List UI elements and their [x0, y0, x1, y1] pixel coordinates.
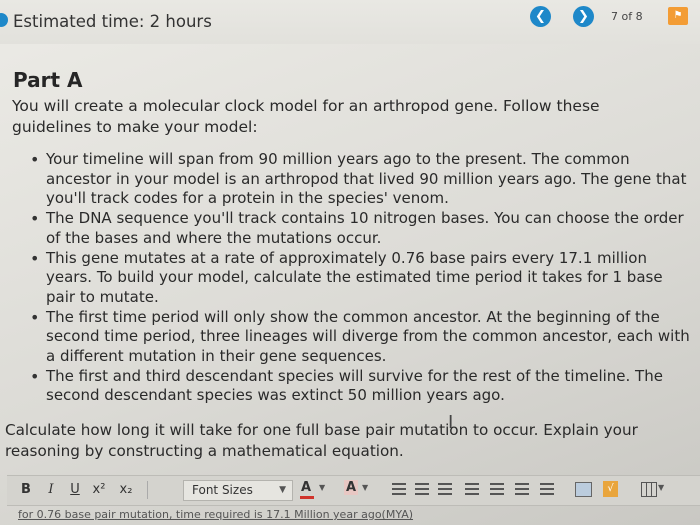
intro-text: You will create a molecular clock model … [12, 97, 600, 136]
bold-button[interactable]: B [18, 480, 34, 500]
list-item: The DNA sequence you'll track contains 1… [28, 209, 696, 248]
editor-toolbar: B I U x² x₂ Font Sizes ▼ A ▼ A ▼ √ ▼ [7, 475, 700, 506]
page-counter: 7 of 8 [611, 10, 643, 23]
indent-icon[interactable] [438, 483, 452, 495]
next-page-button[interactable]: ❯ [573, 6, 594, 27]
insert-image-icon[interactable] [575, 482, 592, 497]
text-cursor-icon: I [448, 412, 454, 433]
part-title: Part A [13, 68, 83, 92]
align-left-icon[interactable] [465, 483, 479, 495]
list-item: The first time period will only show the… [28, 308, 696, 367]
font-size-label: Font Sizes [192, 483, 253, 497]
clock-icon [0, 13, 8, 27]
superscript-button[interactable]: x² [90, 480, 108, 500]
font-color-button[interactable]: A ▼ [298, 480, 328, 500]
estimated-time: Estimated time: 2 hours [13, 12, 212, 31]
flag-button[interactable]: ⚑ [668, 7, 688, 25]
dropdown-arrow-icon[interactable]: ▼ [658, 483, 664, 492]
align-center-icon[interactable] [490, 483, 504, 495]
font-color-label: A [301, 480, 312, 495]
dropdown-arrow-icon: ▼ [362, 483, 369, 492]
guidelines-list: Your timeline will span from 90 million … [28, 150, 696, 406]
list-item: This gene mutates at a rate of approxima… [28, 249, 696, 308]
chevron-right-icon: ❯ [578, 9, 589, 24]
previous-page-button[interactable]: ❮ [530, 6, 551, 27]
dropdown-arrow-icon: ▼ [279, 485, 286, 495]
bullet-list-icon[interactable] [392, 483, 406, 495]
underline-button[interactable]: U [67, 480, 83, 500]
top-bar: Estimated time: 2 hours ❮ ❯ 7 of 8 ⚑ [0, 0, 700, 44]
highlight-color-button[interactable]: A ▼ [341, 480, 371, 500]
numbered-list-icon[interactable] [415, 483, 429, 495]
chevron-left-icon: ❮ [535, 9, 546, 24]
align-right-icon[interactable] [515, 483, 529, 495]
flag-icon: ⚑ [673, 10, 683, 21]
answer-text[interactable]: for 0.76 base pair mutation, time requir… [18, 508, 413, 521]
list-item: The first and third descendant species w… [28, 367, 696, 406]
font-size-select[interactable]: Font Sizes ▼ [183, 480, 293, 501]
question-text: Calculate how long it will take for one … [5, 421, 638, 460]
highlight-label: A [344, 480, 359, 495]
toolbar-divider [147, 481, 148, 499]
insert-table-icon[interactable] [641, 482, 657, 497]
subscript-button[interactable]: x₂ [117, 480, 135, 500]
list-item: Your timeline will span from 90 million … [28, 150, 696, 209]
formula-icon[interactable]: √ [603, 481, 618, 497]
italic-button[interactable]: I [43, 480, 59, 500]
font-color-swatch [300, 496, 314, 499]
align-justify-icon[interactable] [540, 483, 554, 495]
dropdown-arrow-icon: ▼ [319, 483, 326, 492]
